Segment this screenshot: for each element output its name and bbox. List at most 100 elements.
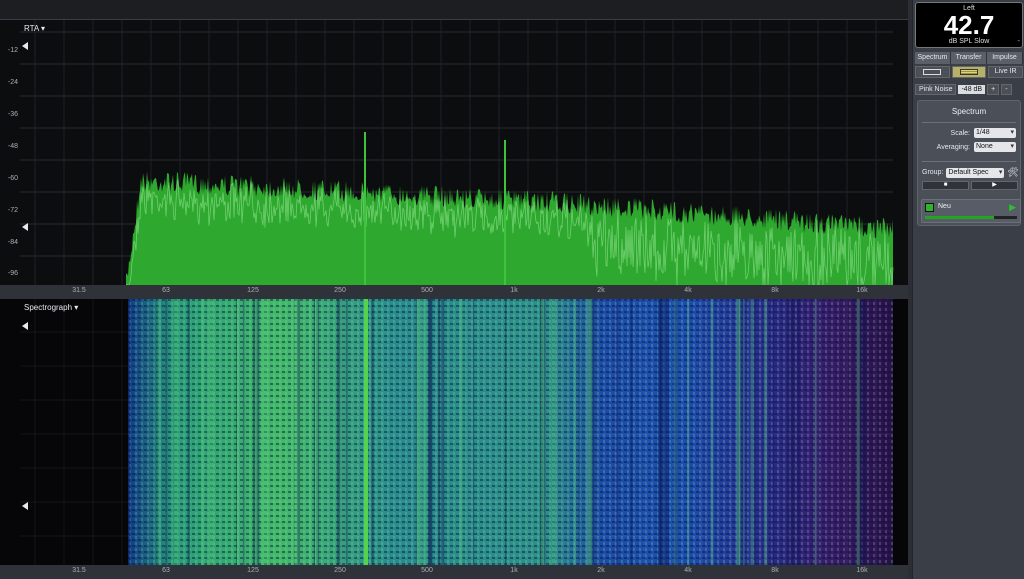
spectrograph-band bbox=[242, 299, 245, 565]
play-button[interactable]: ▶ bbox=[971, 181, 1018, 190]
freq-tick: 1k bbox=[510, 287, 518, 294]
db-tick: -24 bbox=[7, 79, 18, 86]
single-view-button[interactable] bbox=[915, 66, 950, 78]
spectrograph-band bbox=[854, 299, 857, 565]
freq-tick: 8k bbox=[771, 287, 779, 294]
rta-frequency-axis: 31.5 63 125 250 500 1k 2k 4k 8k 16k bbox=[0, 285, 908, 299]
spectrograph-band bbox=[687, 299, 690, 565]
averaging-label: Averaging: bbox=[936, 143, 970, 151]
spectrograph-band bbox=[543, 299, 546, 565]
measurement-item[interactable]: Neu ▶ bbox=[921, 199, 1021, 223]
spectrograph-band bbox=[308, 299, 312, 565]
spectrograph-band bbox=[128, 299, 131, 565]
transport-row: ■ ▶ bbox=[922, 181, 1018, 190]
live-ir-button[interactable]: Live IR bbox=[988, 66, 1024, 78]
spectrograph-band bbox=[441, 299, 445, 565]
freq-tick: 63 bbox=[162, 567, 170, 574]
spectrograph-band bbox=[418, 299, 423, 565]
control-sidebar: Left 42.7 dB SPL Slow - Spectrum Transfe… bbox=[912, 0, 1024, 579]
freq-tick: 125 bbox=[247, 567, 259, 574]
freq-tick: 250 bbox=[334, 567, 346, 574]
meter-value: 42.7 bbox=[943, 10, 995, 40]
spectrograph-band bbox=[423, 299, 428, 565]
spectrograph-plot[interactable] bbox=[0, 299, 908, 565]
spectrograph-band bbox=[262, 299, 267, 565]
meter-unit: dB SPL Slow bbox=[948, 38, 990, 45]
spl-meter[interactable]: Left 42.7 dB SPL Slow - bbox=[915, 2, 1023, 48]
spectrograph-band bbox=[345, 299, 348, 565]
generator-row: Pink Noise -48 dB + - bbox=[915, 84, 1023, 95]
tab-spectrum[interactable]: Spectrum bbox=[915, 52, 951, 64]
spectrograph-band bbox=[743, 299, 745, 565]
scale-row: Scale: 1/48 bbox=[951, 128, 1016, 138]
range-bottom-handle-icon[interactable] bbox=[22, 223, 28, 231]
spectrograph-band bbox=[578, 299, 580, 565]
analysis-tabs: Spectrum Transfer Impulse bbox=[915, 52, 1023, 64]
spectrograph-band bbox=[663, 299, 667, 565]
db-tick: -72 bbox=[7, 207, 18, 214]
spectrograph-band bbox=[586, 299, 591, 565]
group-select[interactable]: Default Spec bbox=[946, 167, 1005, 178]
split-view-button[interactable] bbox=[951, 66, 987, 78]
freq-tick: 16k bbox=[856, 567, 868, 574]
averaging-row: Averaging: None bbox=[937, 142, 1016, 152]
meter-collapse-button[interactable]: - bbox=[1017, 36, 1020, 45]
spectrograph-band bbox=[473, 299, 475, 565]
split-view-icon bbox=[960, 69, 978, 75]
spectrograph-band bbox=[459, 299, 463, 565]
level-down-button[interactable]: - bbox=[1001, 84, 1012, 95]
tab-impulse[interactable]: Impulse bbox=[987, 52, 1023, 64]
divider bbox=[922, 161, 1016, 162]
spectrograph-bottom-handle-icon[interactable] bbox=[22, 502, 28, 510]
tools-icon[interactable]: 🛠 bbox=[1007, 167, 1018, 178]
spectrograph-band bbox=[174, 299, 178, 565]
measurement-play-icon[interactable]: ▶ bbox=[1009, 202, 1016, 213]
spectrograph-band bbox=[428, 299, 432, 565]
spectrograph-band bbox=[291, 299, 293, 565]
spectrograph-mode-dropdown[interactable]: Spectrograph ▾ bbox=[24, 303, 78, 312]
tab-transfer[interactable]: Transfer bbox=[951, 52, 987, 64]
rta-panel[interactable]: RTA ▾ -12 -24 -36 -48 -60 -72 -84 -96 bbox=[0, 20, 908, 298]
app-window: RTA ▾ -12 -24 -36 -48 -60 -72 -84 -96 31… bbox=[0, 0, 1024, 579]
spectrograph-band bbox=[201, 299, 205, 565]
spectrograph-band bbox=[415, 299, 417, 565]
measurement-color-swatch[interactable] bbox=[925, 203, 934, 212]
freq-tick: 63 bbox=[162, 287, 170, 294]
spectrograph-band bbox=[856, 299, 860, 565]
spectrograph-band bbox=[157, 299, 161, 565]
top-toolbar bbox=[0, 0, 908, 20]
spectrograph-band bbox=[313, 299, 315, 565]
stop-button[interactable]: ■ bbox=[922, 181, 969, 190]
spectrograph-top-handle-icon[interactable] bbox=[22, 322, 28, 330]
range-top-handle-icon[interactable] bbox=[22, 42, 28, 50]
freq-tick: 31.5 bbox=[72, 567, 86, 574]
spectrograph-band bbox=[297, 299, 300, 565]
spectrograph-band bbox=[315, 299, 319, 565]
spectrograph-panel[interactable]: Spectrograph ▾ bbox=[0, 299, 908, 565]
spectrograph-band bbox=[187, 299, 190, 565]
spectrograph-band bbox=[763, 299, 768, 565]
spectrograph-band bbox=[551, 299, 556, 565]
rta-mode-dropdown[interactable]: RTA ▾ bbox=[24, 24, 45, 33]
panel-title: Spectrum bbox=[951, 107, 987, 116]
scale-label: Scale: bbox=[950, 129, 970, 137]
spectrograph-band bbox=[573, 299, 576, 565]
spectrograph-band bbox=[667, 299, 670, 565]
averaging-select[interactable]: None bbox=[974, 142, 1016, 152]
spectrograph-band bbox=[736, 299, 741, 565]
generator-level-field[interactable]: -48 dB bbox=[958, 85, 986, 94]
spectrograph-band bbox=[860, 299, 865, 565]
freq-tick: 16k bbox=[856, 287, 868, 294]
db-tick: -36 bbox=[7, 111, 18, 118]
pink-noise-button[interactable]: Pink Noise bbox=[915, 84, 957, 95]
spectrograph-band bbox=[753, 299, 756, 565]
spectrograph-band bbox=[674, 299, 678, 565]
group-label: Group: bbox=[922, 169, 944, 176]
single-view-icon bbox=[923, 69, 942, 75]
level-up-button[interactable]: + bbox=[987, 84, 1000, 95]
scale-select[interactable]: 1/48 bbox=[974, 128, 1016, 138]
freq-tick: 4k bbox=[684, 567, 692, 574]
spectrograph-frequency-axis: 31.5 63 125 250 500 1k 2k 4k 8k 16k bbox=[0, 565, 908, 579]
rta-plot[interactable] bbox=[0, 20, 908, 298]
freq-tick: 1k bbox=[510, 567, 518, 574]
